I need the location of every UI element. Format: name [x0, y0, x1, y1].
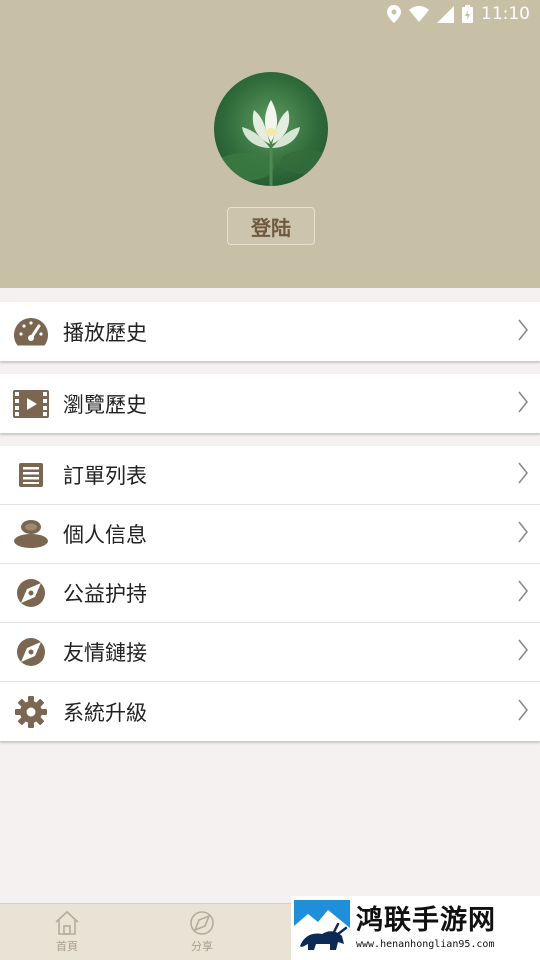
menu-item-label: 瀏覽歷史 [63, 392, 147, 417]
bull-logo-icon [294, 900, 350, 956]
watermark-title: 鸿联手游网 [356, 905, 496, 936]
tab-label: 分享 [191, 940, 213, 953]
menu-item-friend-links[interactable]: 友情鏈接 [0, 623, 540, 682]
share-icon [172, 910, 232, 936]
watermark-banner: 鸿联手游网 www.henanhonglian95.com [291, 896, 540, 960]
tab-home[interactable]: 首頁 [37, 910, 97, 954]
menu-item-label: 公益护持 [63, 582, 147, 606]
menu-item-label: 友情鏈接 [63, 641, 147, 665]
chevron-right-icon [518, 391, 529, 417]
person-icon [13, 519, 49, 549]
menu-item-browse-history[interactable]: 瀏覽歷史 [0, 374, 540, 433]
home-icon [37, 910, 97, 936]
menu-group-browse: 瀏覽歷史 [0, 374, 540, 433]
chevron-right-icon [518, 580, 529, 606]
profile-header: 11:10 登陆 [0, 0, 540, 288]
status-bar: 11:10 [387, 4, 530, 24]
menu-item-label: 系統升級 [63, 700, 147, 725]
chevron-right-icon [518, 521, 529, 547]
clock-time: 11:10 [481, 4, 530, 24]
menu-item-charity[interactable]: 公益护持 [0, 564, 540, 623]
tab-label: 首頁 [56, 940, 78, 953]
menu-item-label: 個人信息 [63, 523, 147, 547]
tab-share[interactable]: 分享 [172, 910, 232, 954]
lotus-image [214, 100, 328, 186]
chevron-right-icon [518, 462, 529, 488]
menu-item-system-upgrade[interactable]: 系統升級 [0, 682, 540, 741]
menu-item-play-history[interactable]: 播放歷史 [0, 302, 540, 361]
location-icon [387, 5, 401, 23]
list-icon [13, 460, 49, 490]
signal-icon [437, 5, 454, 23]
menu-item-order-list[interactable]: 訂單列表 [0, 446, 540, 505]
menu-group-play: 播放歷史 [0, 302, 540, 361]
speedometer-icon [13, 317, 49, 347]
chevron-right-icon [518, 319, 529, 345]
wifi-icon [409, 6, 429, 22]
battery-icon [462, 5, 473, 23]
menu-item-personal-info[interactable]: 個人信息 [0, 505, 540, 564]
film-icon [13, 389, 49, 419]
compass-icon [13, 637, 49, 667]
chevron-right-icon [518, 639, 529, 665]
menu-item-label: 播放歷史 [63, 320, 147, 345]
login-button[interactable]: 登陆 [227, 207, 315, 245]
avatar[interactable] [214, 72, 328, 186]
menu-group-main: 訂單列表 個人信息 公益护持 友情鏈接 系統升級 [0, 446, 540, 741]
compass-icon [13, 578, 49, 608]
gear-icon [13, 695, 49, 728]
chevron-right-icon [518, 699, 529, 725]
watermark-url: www.henanhonglian95.com [356, 939, 495, 950]
menu-item-label: 訂單列表 [63, 464, 147, 488]
